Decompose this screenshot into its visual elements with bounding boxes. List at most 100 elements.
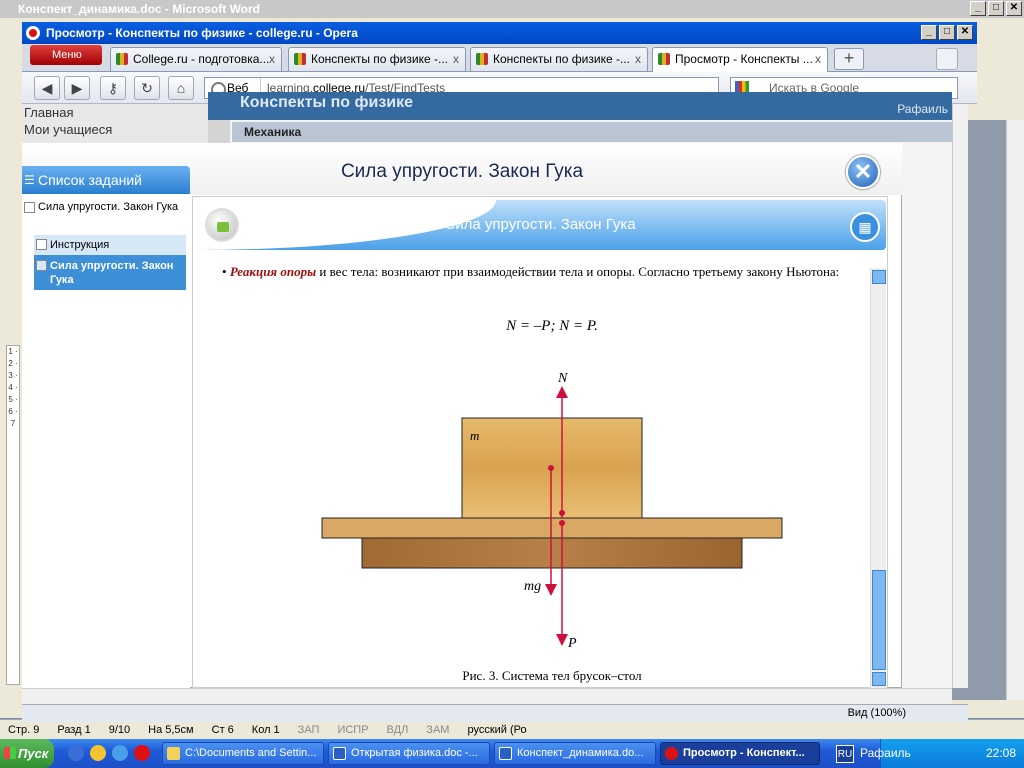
opera-icon [665, 747, 678, 760]
checkbox-icon[interactable] [24, 202, 35, 213]
content-title: Сила упругости. Закон Гука [444, 216, 636, 233]
table-base [361, 537, 743, 569]
tab-close-icon[interactable]: x [815, 48, 821, 70]
desktop-icon[interactable] [112, 745, 128, 761]
status-pages: 9/10 [108, 724, 131, 736]
nav-students-link[interactable]: Мои учащиеся [24, 121, 208, 138]
tab-label: Конспекты по физике -... [311, 52, 448, 66]
start-button[interactable]: Пуск [0, 739, 54, 768]
center-of-mass-point [548, 465, 554, 471]
task-label: Просмотр - Конспект... [683, 747, 805, 759]
status-language: русский (Ро [467, 724, 527, 736]
site-favicon-icon [658, 53, 670, 65]
tab-label: Конспекты по физике -... [493, 52, 630, 66]
wand-key-button[interactable]: ⚷ [100, 76, 126, 100]
site-header-title: Конспекты по физике [240, 94, 414, 111]
task-word-dynamics[interactable]: Конспект_динамика.do... [494, 742, 656, 765]
task-explorer[interactable]: C:\Documents and Settin... [162, 742, 324, 765]
close-icon[interactable]: ✕ [846, 155, 880, 189]
site-favicon-icon [116, 53, 128, 65]
list-item-label: Сила упругости. Закон Гука [38, 201, 179, 213]
ie-icon[interactable] [68, 745, 84, 761]
label-P: P [567, 636, 577, 651]
nav-home-link[interactable]: Главная [24, 104, 208, 121]
section-heading[interactable]: Механика [232, 122, 952, 142]
opera-horizontal-scrollbar[interactable] [22, 688, 952, 704]
task-opera[interactable]: Просмотр - Конспект... [660, 742, 820, 765]
status-section: Разд 1 [57, 724, 91, 736]
list-item-label: Инструкция [50, 239, 110, 251]
list-item[interactable]: Инструкция [34, 235, 186, 255]
figure-block-table: m N mg P [321, 371, 783, 651]
back-button[interactable]: ◀ [34, 76, 60, 100]
explorer-icon[interactable] [90, 745, 106, 761]
table-top [321, 517, 783, 539]
task-label: Конспект_динамика.do... [517, 747, 644, 759]
forward-button[interactable]: ▶ [64, 76, 90, 100]
opera-title-bar: Просмотр - Конспекты по физике - college… [22, 22, 977, 44]
word-icon [499, 747, 512, 760]
reload-button[interactable]: ↻ [134, 76, 160, 100]
opera-title: Просмотр - Конспекты по физике - college… [46, 26, 358, 40]
grid-icon[interactable]: ▦ [850, 212, 880, 242]
clock[interactable]: 22:08 [986, 739, 1016, 768]
tab-prosmotr[interactable]: Просмотр - Конспекты ... x [652, 47, 828, 73]
paragraph-text: и вес тела: возникают при взаимодействии… [316, 264, 840, 279]
status-column: Кол 1 [251, 724, 280, 736]
zoom-control[interactable]: Вид (100%) [848, 705, 906, 722]
task-word-physics[interactable]: Открытая физика.doc -... [328, 742, 490, 765]
tab-college[interactable]: College.ru - подготовка... x [110, 47, 282, 71]
opera-minimize-button[interactable]: _ [921, 25, 937, 40]
word-status-bar: Стр. 9 Разд 1 9/10 На 5,5см Ст 6 Кол 1 З… [0, 719, 1024, 739]
word-title-bar: Конспект_динамика.doc - Microsoft Word _… [0, 0, 1024, 18]
language-indicator[interactable]: RU [836, 745, 854, 763]
figure-caption: Рис. 3. Система тел брусок–стол [462, 668, 642, 683]
opera-logo-icon [26, 26, 40, 40]
checkbox-icon[interactable] [36, 239, 47, 250]
opera-restore-button[interactable]: □ [939, 25, 955, 40]
checkbox-icon[interactable] [36, 260, 47, 271]
scroll-up-button[interactable] [872, 270, 886, 284]
highlight-term: Реакция опоры [229, 264, 317, 279]
opera-vertical-scrollbar[interactable] [952, 104, 968, 688]
word-title: Конспект_динамика.doc - Microsoft Word [18, 2, 261, 16]
opera-icon[interactable] [134, 745, 150, 761]
list-item-active[interactable]: Сила упругости. Закон Гука [34, 255, 186, 290]
home-button[interactable]: ⌂ [168, 76, 194, 100]
trash-icon[interactable] [936, 48, 958, 70]
list-item[interactable]: Сила упругости. Закон Гука [22, 200, 182, 214]
lesson-icon [205, 208, 239, 242]
new-tab-button[interactable]: + [834, 48, 864, 70]
status-line: Ст 6 [211, 724, 234, 736]
word-close-button[interactable]: ✕ [1006, 1, 1022, 16]
contact-point-top [559, 510, 565, 516]
site-favicon-icon [294, 53, 306, 65]
tab-close-icon[interactable]: x [453, 48, 459, 70]
opera-close-button[interactable]: ✕ [957, 25, 973, 40]
word-minimize-button[interactable]: _ [970, 1, 986, 16]
task-list-header[interactable]: Список заданий [22, 166, 190, 194]
tab-close-icon[interactable]: x [635, 48, 641, 70]
tray-user: Рафаиль [860, 746, 911, 760]
tab-konspekty-1[interactable]: Конспекты по физике -... x [288, 47, 466, 71]
site-user[interactable]: Рафаиль [897, 98, 948, 120]
tab-konspekty-2[interactable]: Конспекты по физике -... x [470, 47, 648, 71]
tab-label: Просмотр - Конспекты ... [675, 52, 813, 66]
tab-close-icon[interactable]: x [269, 48, 275, 70]
scroll-down-button[interactable] [872, 672, 886, 686]
status-ext: ВДЛ [386, 724, 409, 736]
status-page: Стр. 9 [8, 724, 40, 736]
content-scrollbar[interactable] [870, 268, 886, 688]
scroll-thumb[interactable] [872, 570, 886, 670]
word-maximize-button[interactable]: □ [988, 1, 1004, 16]
status-rec: ЗАП [297, 724, 320, 736]
label-N: N [557, 371, 568, 386]
formula: N = –P; N = P. [506, 318, 598, 334]
status-position: На 5,5см [148, 724, 194, 736]
tab-label: College.ru - подготовка... [133, 52, 270, 66]
site-header: Конспекты по физике Рафаиль [208, 92, 952, 120]
word-vertical-scrollbar[interactable] [1006, 120, 1024, 700]
opera-status-bar: Вид (100%) [22, 704, 968, 722]
status-trk: ИСПР [337, 724, 369, 736]
opera-menu-button[interactable]: Меню [30, 45, 102, 65]
